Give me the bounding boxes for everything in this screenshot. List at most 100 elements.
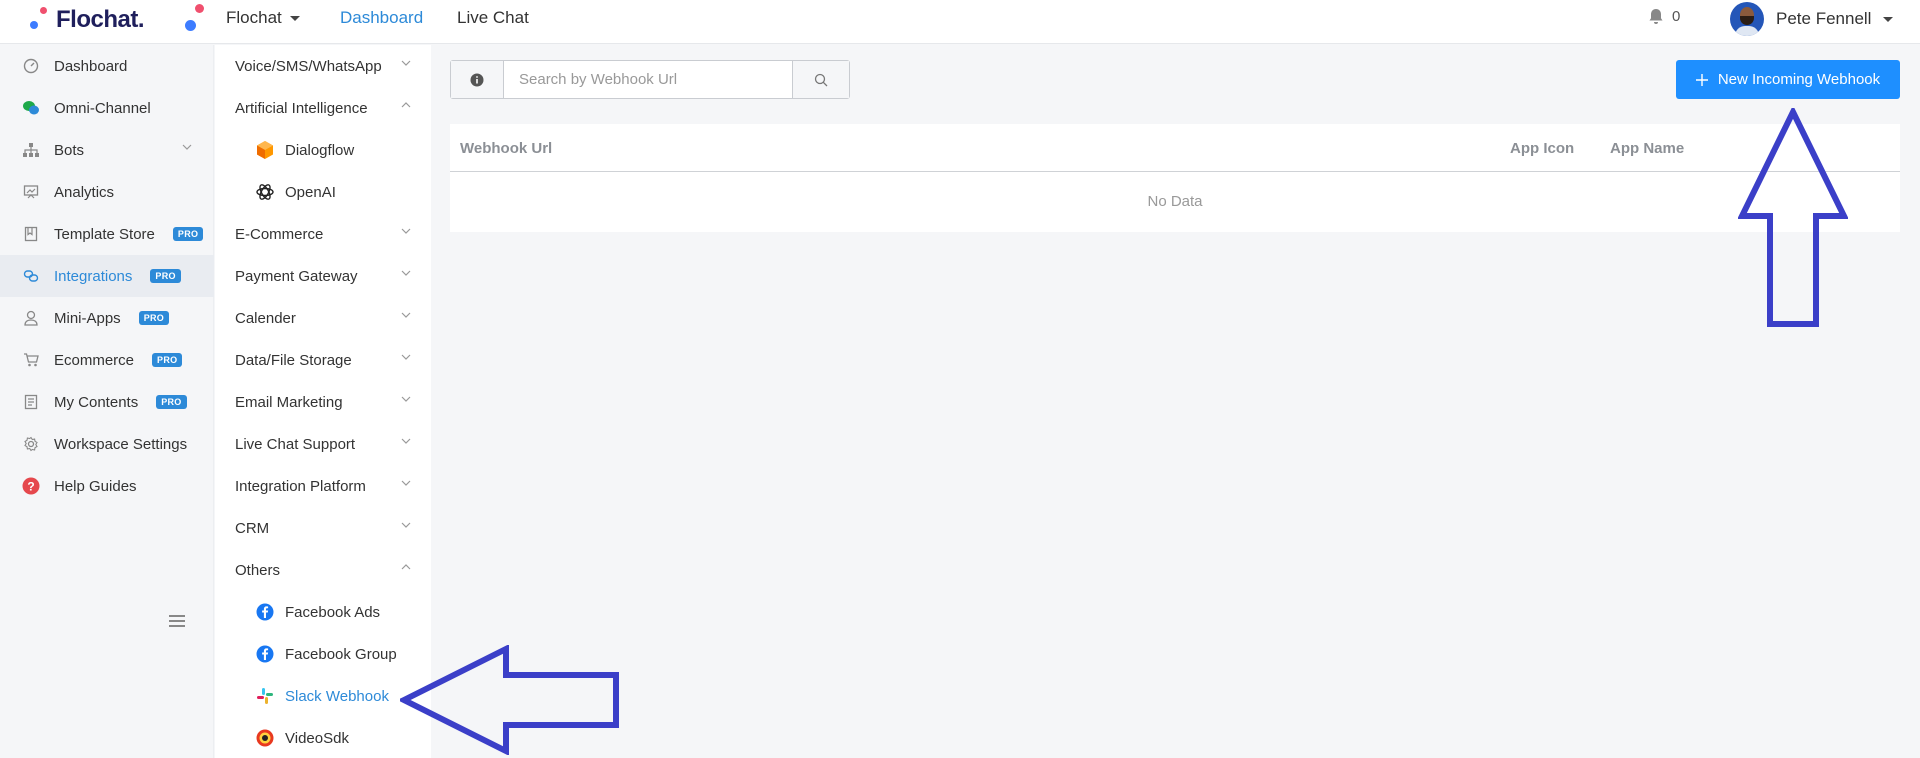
category-integration-platform[interactable]: Integration Platform <box>215 465 431 507</box>
category-label: Live Chat Support <box>235 435 356 453</box>
notifications[interactable]: 0 <box>1648 8 1680 25</box>
dialogflow-icon <box>255 140 275 160</box>
bell-icon <box>1649 9 1663 24</box>
integration-dialogflow[interactable]: Dialogflow <box>215 129 431 171</box>
sidebar-item-label: Ecommerce <box>54 351 135 369</box>
sidebar-item-integrations[interactable]: Integrations PRO <box>0 255 214 297</box>
category-label: E-Commerce <box>235 225 324 243</box>
chevron-down-icon <box>401 438 411 444</box>
sidebar-item-label: Analytics <box>54 183 115 201</box>
sidebar-item-label: Template Store <box>54 225 155 243</box>
category-label: CRM <box>235 519 270 537</box>
user-menu[interactable]: Pete Fennell <box>1730 2 1894 36</box>
category-data-file-storage[interactable]: Data/File Storage <box>215 339 431 381</box>
notification-count: 0 <box>1672 8 1681 25</box>
sidebar-item-label: Workspace Settings <box>54 435 188 453</box>
top-bar: Flochat. Flochat Dashboard Live Chat 0 P… <box>0 0 1920 44</box>
sidebar-item-workspace-settings[interactable]: Workspace Settings <box>0 423 214 465</box>
integration-label: OpenAI <box>285 183 336 201</box>
slack-icon <box>255 686 275 706</box>
sidebar-item-bots[interactable]: Bots <box>0 129 214 171</box>
facebook-icon <box>255 644 275 664</box>
pro-badge: PRO <box>172 227 204 241</box>
avatar <box>1730 2 1764 36</box>
sidebar-item-help-guides[interactable]: ? Help Guides <box>0 465 214 507</box>
logo-text: Flochat. <box>56 6 145 33</box>
sidebar-item-label: Integrations <box>54 267 133 285</box>
facebook-icon <box>255 602 275 622</box>
category-voice-sms-whatsapp[interactable]: Voice/SMS/WhatsApp <box>215 45 431 87</box>
chevron-up-icon <box>401 564 411 570</box>
nav-live-chat[interactable]: Live Chat <box>457 8 529 28</box>
category-crm[interactable]: CRM <box>215 507 431 549</box>
chevron-down-icon <box>401 396 411 402</box>
videosdk-icon <box>255 728 275 748</box>
new-incoming-webhook-button[interactable]: New Incoming Webhook <box>1676 60 1900 99</box>
table-header: Webhook Url App Icon App Name <box>450 124 1900 172</box>
integration-slack-webhook[interactable]: Slack Webhook <box>215 675 431 717</box>
sidebar: Dashboard Omni-Channel Bots Analytics Te… <box>0 45 214 758</box>
category-artificial-intelligence[interactable]: Artificial Intelligence <box>215 87 431 129</box>
sidebar-item-template-store[interactable]: Template Store PRO <box>0 213 214 255</box>
chat-bubbles-icon <box>22 99 40 117</box>
chevron-down-icon <box>401 312 411 318</box>
integrations-menu: Voice/SMS/WhatsApp Artificial Intelligen… <box>215 45 431 758</box>
pro-badge: PRO <box>156 395 187 409</box>
cart-icon <box>22 351 40 369</box>
sidebar-item-label: Dashboard <box>54 57 128 75</box>
help-icon: ? <box>22 477 40 495</box>
sidebar-item-omni-channel[interactable]: Omni-Channel <box>0 87 214 129</box>
workspace-switcher[interactable]: Flochat <box>226 8 300 28</box>
integration-facebook-ads[interactable]: Facebook Ads <box>215 591 431 633</box>
integration-label: Slack Webhook <box>285 687 389 705</box>
nav-dashboard[interactable]: Dashboard <box>340 8 423 28</box>
chevron-up-icon <box>401 102 411 108</box>
sidebar-item-label: Omni-Channel <box>54 99 151 117</box>
integration-openai[interactable]: OpenAI <box>215 171 431 213</box>
category-others[interactable]: Others <box>215 549 431 591</box>
pro-badge: PRO <box>150 269 181 283</box>
sidebar-item-label: My Contents <box>54 393 139 411</box>
openai-icon <box>255 182 275 202</box>
new-incoming-webhook-label: New Incoming Webhook <box>1717 71 1881 88</box>
category-label: Calender <box>235 309 296 327</box>
category-label: Artificial Intelligence <box>235 99 368 117</box>
category-email-marketing[interactable]: Email Marketing <box>215 381 431 423</box>
sidebar-item-analytics[interactable]: Analytics <box>0 171 214 213</box>
link-icon <box>22 267 40 285</box>
search-button[interactable] <box>792 61 849 98</box>
logo-dots-icon <box>28 7 50 33</box>
integration-label: Facebook Ads <box>285 603 381 621</box>
webhook-search-input[interactable] <box>504 61 792 98</box>
empty-state-text: No Data <box>1147 193 1203 210</box>
integration-label: Dialogflow <box>285 141 355 159</box>
integration-facebook-group[interactable]: Facebook Group <box>215 633 431 675</box>
sidebar-item-dashboard[interactable]: Dashboard <box>0 45 214 87</box>
category-e-commerce[interactable]: E-Commerce <box>215 213 431 255</box>
integration-label: Facebook Group <box>285 645 397 663</box>
category-payment-gateway[interactable]: Payment Gateway <box>215 255 431 297</box>
sidebar-item-my-contents[interactable]: My Contents PRO <box>0 381 214 423</box>
column-header-app-name[interactable]: App Name <box>1610 140 1684 157</box>
column-header-app-icon[interactable]: App Icon <box>1510 140 1574 157</box>
integration-videosdk[interactable]: VideoSdk <box>215 717 431 758</box>
flochat-logo[interactable]: Flochat. <box>28 6 145 34</box>
sidebar-item-ecommerce[interactable]: Ecommerce PRO <box>0 339 214 381</box>
caret-down-icon <box>289 15 300 21</box>
workspace-name: Flochat <box>226 8 282 27</box>
user-name: Pete Fennell <box>1776 9 1872 28</box>
category-calender[interactable]: Calender <box>215 297 431 339</box>
person-icon <box>22 309 40 327</box>
category-label: Integration Platform <box>235 477 366 495</box>
category-label: Data/File Storage <box>235 351 352 369</box>
chevron-down-icon <box>401 354 411 360</box>
info-icon <box>470 73 484 86</box>
book-icon <box>22 225 40 243</box>
category-live-chat-support[interactable]: Live Chat Support <box>215 423 431 465</box>
sidebar-item-mini-apps[interactable]: Mini-Apps PRO <box>0 297 214 339</box>
chevron-down-icon <box>401 270 411 276</box>
info-icon-button[interactable] <box>451 61 504 98</box>
chevron-down-icon <box>182 144 192 150</box>
column-header-webhook-url[interactable]: Webhook Url <box>460 140 552 157</box>
collapse-menu-icon[interactable] <box>169 615 185 627</box>
